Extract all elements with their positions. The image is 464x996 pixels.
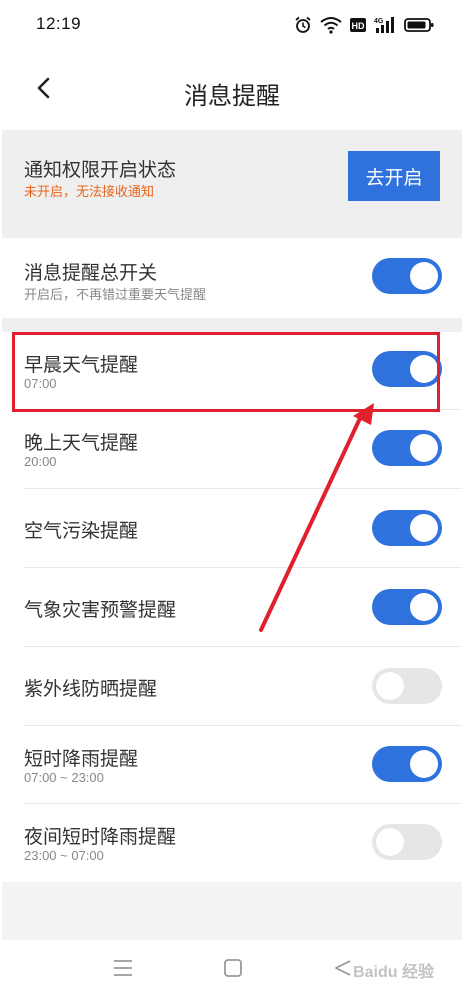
toggle-knob [376, 828, 404, 856]
notice-subtitle: 未开启，无法接收通知 [24, 184, 155, 199]
notification-permission-panel: 通知权限开启状态 未开启，无法接收通知 去开启 [2, 130, 462, 222]
setting-subtitle: 20:00 [24, 454, 57, 469]
setting-subtitle: 开启后，不再错过重要天气提醒 [24, 287, 207, 302]
bottom-spacer [2, 882, 462, 940]
setting-row-night-rain: 夜间短时降雨提醒 23:00 ~ 07:00 [2, 804, 462, 882]
setting-title: 消息提醒总开关 [24, 263, 158, 284]
master-toggle[interactable] [372, 258, 442, 294]
setting-row-morning: 早晨天气提醒 07:00 [2, 332, 462, 410]
setting-row-short-rain: 短时降雨提醒 07:00 ~ 23:00 [2, 726, 462, 804]
alarm-icon [294, 16, 312, 34]
night-rain-toggle[interactable] [372, 824, 442, 860]
setting-row-disaster-warning: 气象灾害预警提醒 [2, 568, 462, 647]
setting-subtitle: 07:00 [24, 376, 57, 391]
toggle-knob [376, 672, 404, 700]
toggle-knob [410, 514, 438, 542]
setting-title: 空气污染提醒 [24, 521, 139, 542]
toggle-knob [410, 355, 438, 383]
setting-title: 夜间短时降雨提醒 [24, 827, 177, 848]
status-bar: 12:19 HD 4G [0, 0, 464, 50]
home-icon[interactable] [222, 958, 244, 983]
setting-subtitle: 23:00 ~ 07:00 [24, 848, 104, 863]
enable-notification-button[interactable]: 去开启 [348, 151, 440, 201]
reminder-settings-list: 早晨天气提醒 07:00 晚上天气提醒 20:00 空气污染提醒 气象灾害预警提… [2, 332, 462, 882]
svg-text:4G: 4G [374, 18, 384, 25]
uv-protection-toggle[interactable] [372, 668, 442, 704]
disaster-warning-toggle[interactable] [372, 589, 442, 625]
air-pollution-toggle[interactable] [372, 510, 442, 546]
section-gap [2, 222, 462, 238]
setting-subtitle: 07:00 ~ 23:00 [24, 770, 104, 785]
toggle-knob [410, 750, 438, 778]
svg-text:HD: HD [352, 21, 365, 31]
setting-row-uv: 紫外线防晒提醒 [2, 647, 462, 726]
setting-title: 紫外线防晒提醒 [24, 679, 158, 700]
battery-icon [404, 17, 434, 33]
setting-row-master: 消息提醒总开关 开启后，不再错过重要天气提醒 [2, 238, 462, 318]
menu-icon[interactable] [112, 958, 134, 983]
back-triangle-icon[interactable] [332, 958, 354, 983]
setting-title: 晚上天气提醒 [24, 433, 139, 454]
notice-title: 通知权限开启状态 [24, 160, 177, 181]
status-time: 12:19 [36, 14, 82, 33]
page-title: 消息提醒 [184, 83, 280, 110]
wifi-icon [320, 16, 342, 34]
toggle-knob [410, 262, 438, 290]
4g-signal-icon: 4G [374, 16, 396, 34]
setting-row-air-pollution: 空气污染提醒 [2, 489, 462, 568]
toggle-knob [410, 593, 438, 621]
nav-bar: 消息提醒 [0, 60, 464, 120]
short-rain-toggle[interactable] [372, 746, 442, 782]
hd-icon: HD [350, 17, 366, 33]
setting-row-evening: 晚上天气提醒 20:00 [2, 410, 462, 489]
morning-weather-toggle[interactable] [372, 351, 442, 387]
setting-title: 早晨天气提醒 [24, 355, 139, 376]
setting-title: 短时降雨提醒 [24, 749, 139, 770]
master-switch-section: 消息提醒总开关 开启后，不再错过重要天气提醒 [2, 238, 462, 318]
toggle-knob [410, 434, 438, 462]
evening-weather-toggle[interactable] [372, 430, 442, 466]
setting-title: 气象灾害预警提醒 [24, 600, 177, 621]
section-gap [2, 318, 462, 332]
status-icons: HD 4G [294, 14, 434, 36]
watermark: Baidu 经验 [353, 964, 434, 981]
